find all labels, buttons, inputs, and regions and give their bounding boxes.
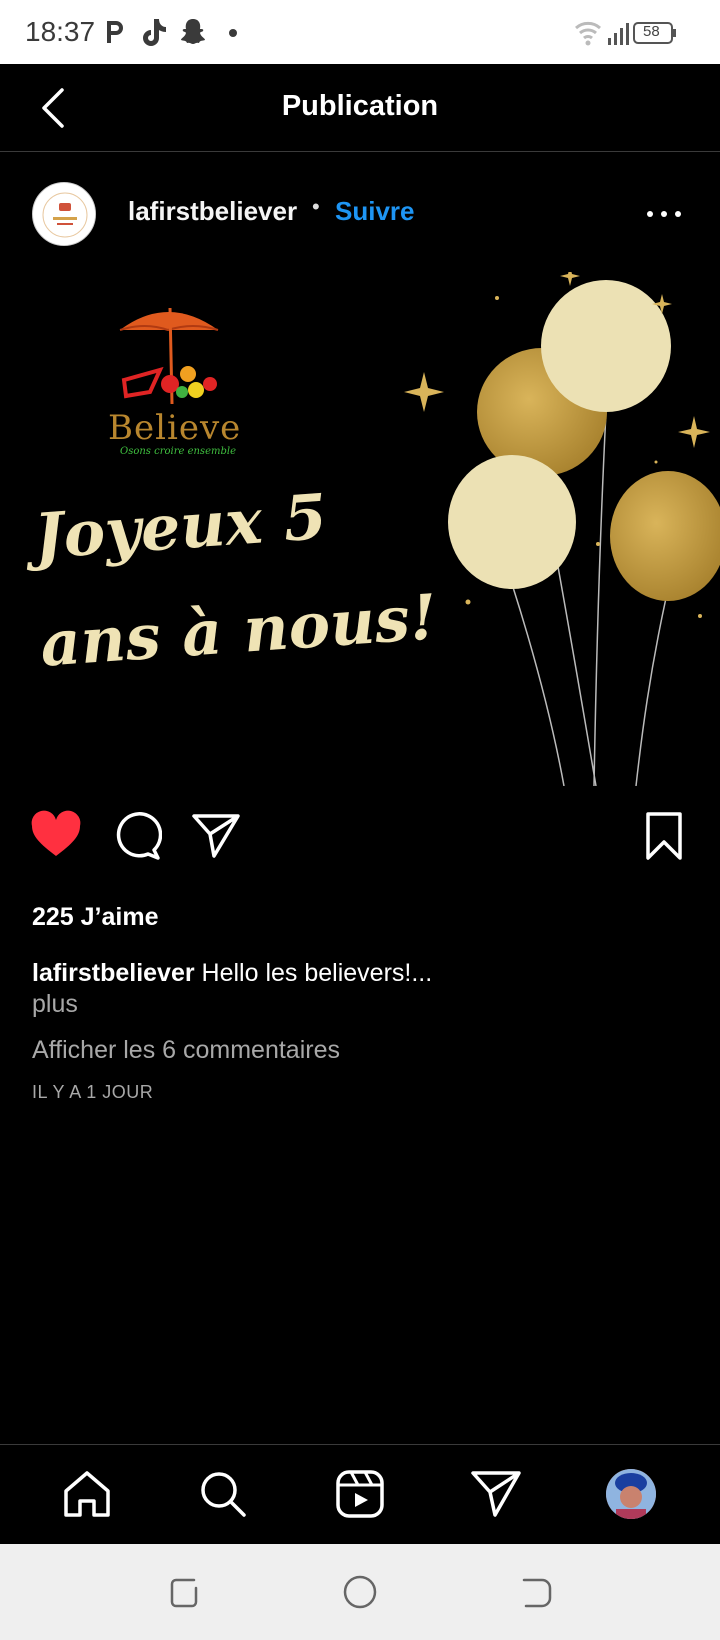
snapchat-icon: [181, 19, 205, 44]
signal-icon: [608, 23, 629, 45]
caption-more-link[interactable]: plus: [32, 990, 78, 1019]
dot-icon: [229, 29, 237, 37]
battery-level: 58: [643, 23, 660, 40]
more-options-icon[interactable]: [644, 204, 684, 224]
bottom-nav: [0, 1444, 720, 1544]
caption-username[interactable]: lafirstbeliever: [32, 959, 195, 987]
avatar-logo-icon: [34, 184, 95, 245]
post-author-avatar[interactable]: [32, 182, 96, 246]
system-nav-bar: [0, 1544, 720, 1640]
brand-name: Believe: [108, 408, 242, 448]
profile-avatar[interactable]: [606, 1469, 656, 1519]
share-icon[interactable]: [190, 810, 242, 862]
top-header: Publication: [0, 64, 720, 152]
balloon-cream-1: [541, 280, 671, 412]
comment-icon[interactable]: [110, 810, 162, 862]
like-heart-icon[interactable]: [30, 810, 82, 862]
direct-messages-icon[interactable]: [469, 1467, 523, 1521]
post-username[interactable]: lafirstbeliever: [128, 196, 297, 227]
status-right: 58: [574, 18, 694, 48]
balloon-gold-2: [610, 471, 720, 601]
view-comments-link[interactable]: Afficher les 6 commentaires: [32, 1036, 340, 1065]
likes-count[interactable]: 225 J’aime: [32, 903, 159, 932]
status-bar: 18:37 58: [0, 0, 720, 64]
brand-tagline: Osons croire ensemble: [120, 446, 236, 457]
page-title: Publication: [281, 90, 439, 122]
post-timestamp: IL Y A 1 JOUR: [32, 1082, 154, 1102]
home-circle-icon[interactable]: [340, 1572, 380, 1612]
post-caption: lafirstbeliever Hello les believers!...: [32, 956, 692, 990]
home-icon[interactable]: [60, 1467, 114, 1521]
post-header: lafirstbeliever • Suivre: [0, 152, 720, 272]
save-bookmark-icon[interactable]: [638, 810, 690, 862]
post-actions: [0, 810, 720, 880]
profile-avatar-image: [606, 1469, 656, 1519]
reels-icon[interactable]: [333, 1467, 387, 1521]
signal-battery-icons: [575, 21, 676, 46]
parking-p-icon: [107, 21, 123, 43]
tiktok-icon: [143, 19, 166, 46]
status-time: 18:37: [25, 16, 96, 47]
back-system-icon[interactable]: [516, 1572, 556, 1612]
believe-logo-graphic: [119, 307, 219, 405]
follow-button[interactable]: Suivre: [335, 196, 415, 227]
recent-apps-icon[interactable]: [164, 1572, 204, 1612]
wifi-icon: [575, 21, 601, 46]
separator-dot: •: [312, 194, 320, 219]
balloon-cream-2: [448, 455, 576, 589]
caption-text: Hello les believers!...: [201, 959, 433, 987]
search-icon[interactable]: [196, 1467, 250, 1521]
post-image[interactable]: Believe Osons croire ensemble Joyeux 5 a…: [0, 272, 720, 786]
